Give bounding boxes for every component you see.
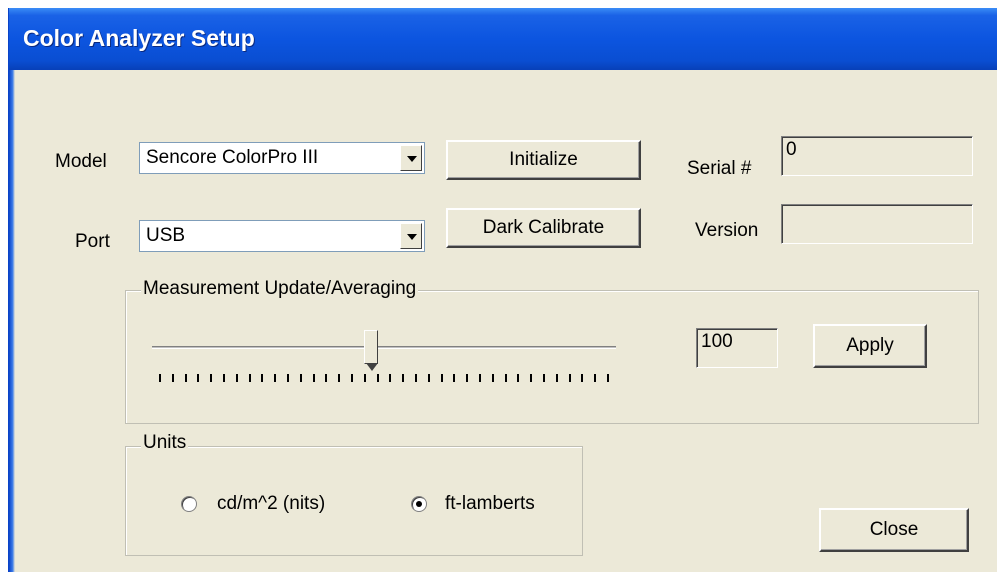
averaging-value-field[interactable]: 100 xyxy=(696,328,778,368)
initialize-button[interactable]: Initialize xyxy=(446,140,641,180)
port-dropdown-button[interactable] xyxy=(400,223,422,249)
slider-tick xyxy=(543,374,545,382)
model-label: Model xyxy=(55,151,107,172)
slider-tick xyxy=(415,374,417,382)
slider-tick xyxy=(402,374,404,382)
color-analyzer-setup-window: Color Analyzer Setup Model Sencore Color… xyxy=(8,8,997,572)
units-group-label: Units xyxy=(141,432,189,454)
slider-tick xyxy=(300,374,302,382)
slider-tick xyxy=(159,374,161,382)
slider-tick xyxy=(287,374,289,382)
slider-tick xyxy=(236,374,238,382)
slider-thumb-pointer xyxy=(366,363,378,371)
radio-selected-dot xyxy=(416,501,422,507)
port-dropdown[interactable]: USB xyxy=(139,220,425,252)
ft-lamberts-radio[interactable] xyxy=(411,496,427,512)
measurement-group-label: Measurement Update/Averaging xyxy=(141,278,419,300)
slider-track xyxy=(152,346,616,349)
slider-tick xyxy=(453,374,455,382)
slider-tick xyxy=(223,374,225,382)
nits-radio-label[interactable]: cd/m^2 (nits) xyxy=(217,493,325,515)
model-dropdown[interactable]: Sencore ColorPro III xyxy=(139,142,425,174)
slider-tick xyxy=(607,374,609,382)
slider-tick xyxy=(428,374,430,382)
slider-tick xyxy=(185,374,187,382)
ft-lamberts-radio-label[interactable]: ft-lamberts xyxy=(445,493,535,515)
slider-tick xyxy=(530,374,532,382)
averaging-slider[interactable] xyxy=(152,326,616,386)
slider-tick xyxy=(325,374,327,382)
slider-tick xyxy=(249,374,251,382)
chevron-down-icon xyxy=(407,156,417,162)
slider-tick xyxy=(492,374,494,382)
slider-thumb[interactable] xyxy=(364,330,378,371)
serial-field: 0 xyxy=(781,136,973,176)
slider-tick xyxy=(569,374,571,382)
slider-tick xyxy=(389,374,391,382)
slider-tick xyxy=(594,374,596,382)
serial-label: Serial # xyxy=(687,158,752,179)
slider-tick xyxy=(441,374,443,382)
nits-radio[interactable] xyxy=(181,496,197,512)
slider-tick xyxy=(261,374,263,382)
slider-tick xyxy=(351,374,353,382)
window-left-border xyxy=(9,70,15,572)
slider-tick xyxy=(556,374,558,382)
slider-tick xyxy=(377,374,379,382)
version-field xyxy=(781,204,973,244)
slider-tick xyxy=(210,374,212,382)
slider-tick xyxy=(479,374,481,382)
slider-tick xyxy=(505,374,507,382)
slider-tick xyxy=(581,374,583,382)
window-title: Color Analyzer Setup xyxy=(23,25,255,51)
slider-tick xyxy=(197,374,199,382)
slider-tick xyxy=(466,374,468,382)
slider-tick xyxy=(338,374,340,382)
model-dropdown-value: Sencore ColorPro III xyxy=(146,147,319,168)
slider-tick xyxy=(364,374,366,382)
version-label: Version xyxy=(695,220,759,241)
model-dropdown-button[interactable] xyxy=(400,145,422,171)
apply-button[interactable]: Apply xyxy=(813,324,927,368)
port-dropdown-value: USB xyxy=(146,225,186,246)
dark-calibrate-button[interactable]: Dark Calibrate xyxy=(446,208,641,248)
port-label: Port xyxy=(75,231,110,252)
slider-tick xyxy=(274,374,276,382)
title-bar[interactable]: Color Analyzer Setup xyxy=(9,8,997,70)
slider-tick xyxy=(172,374,174,382)
slider-tick xyxy=(313,374,315,382)
close-button[interactable]: Close xyxy=(819,508,969,552)
slider-ticks xyxy=(159,374,609,384)
slider-tick xyxy=(517,374,519,382)
chevron-down-icon xyxy=(407,234,417,240)
